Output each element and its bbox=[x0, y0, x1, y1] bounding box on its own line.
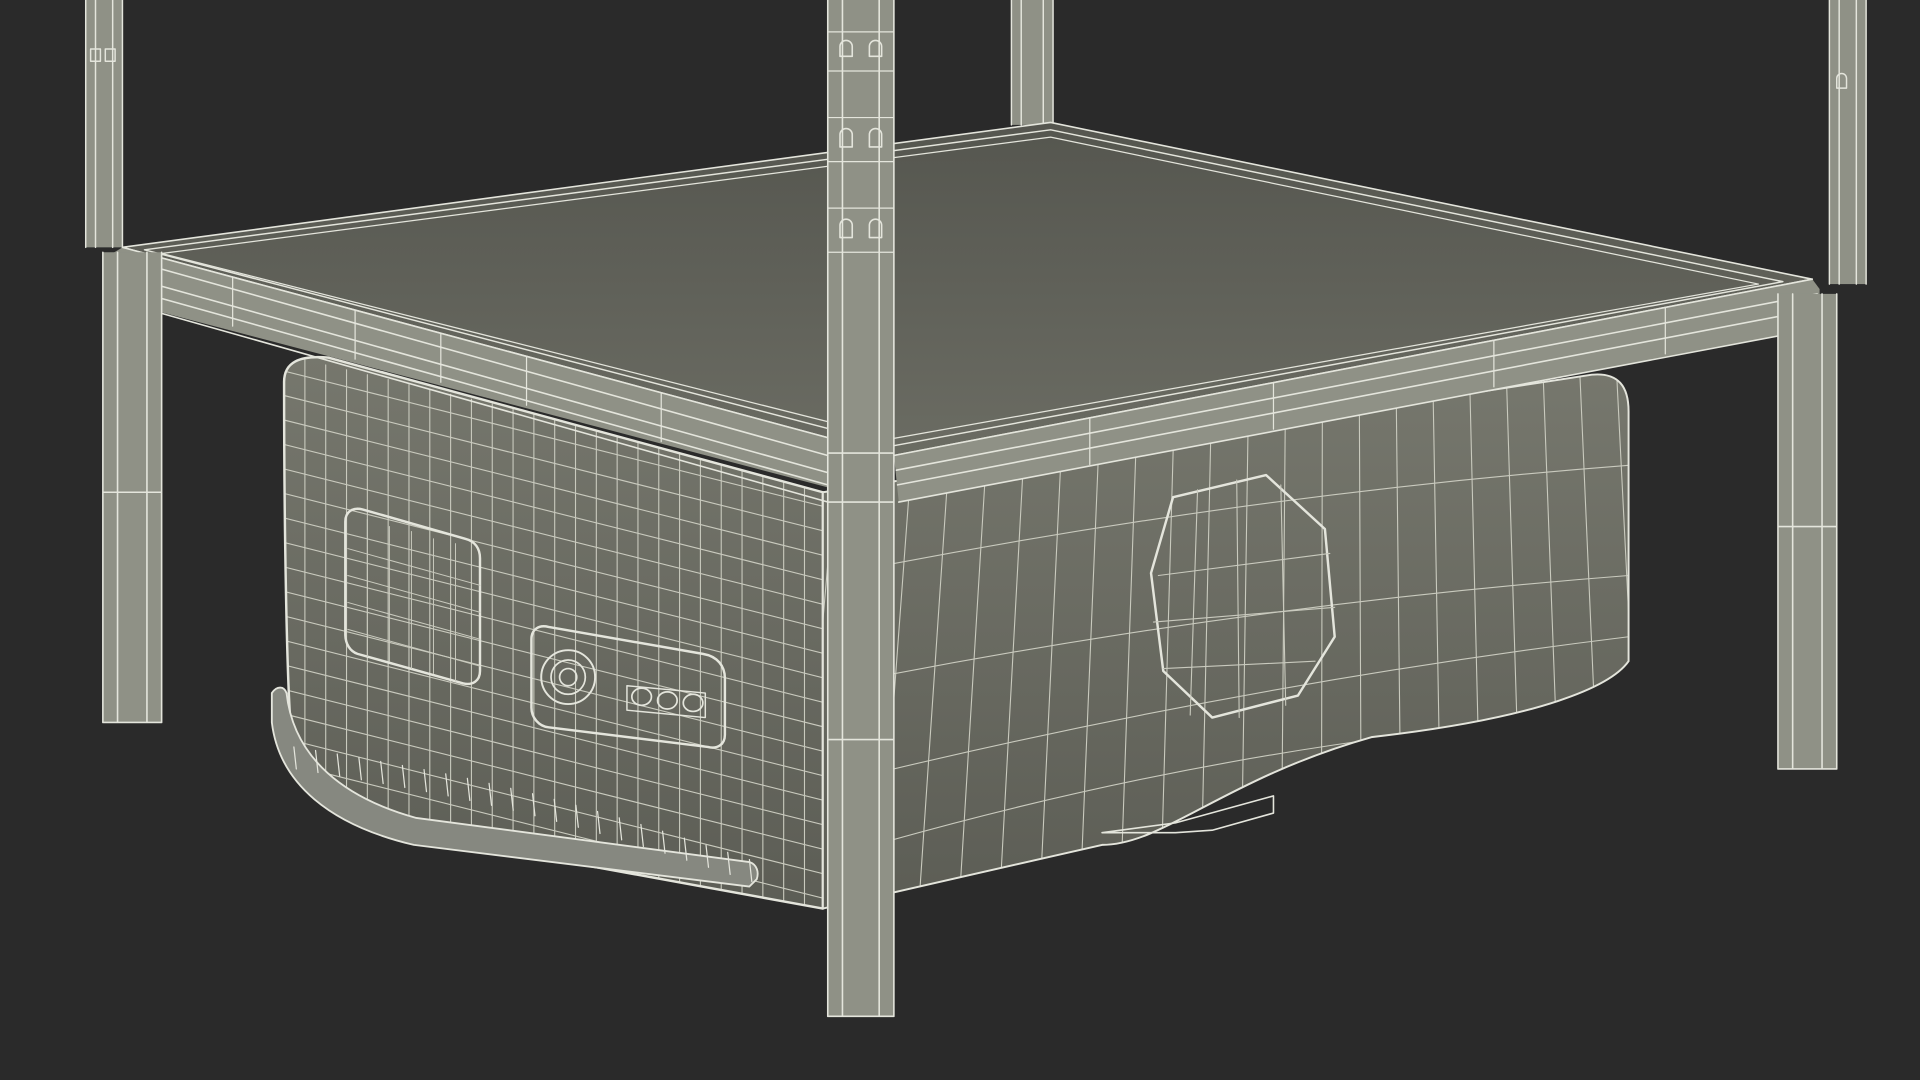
frame-post-upper-left bbox=[84, 0, 124, 249]
frame-post-front-center bbox=[826, 0, 895, 1018]
frame-post-upper-right bbox=[1828, 0, 1867, 285]
wireframe-render bbox=[84, 0, 1867, 1018]
frame-post-right bbox=[1777, 293, 1838, 770]
frame-post-back-center bbox=[1010, 0, 1054, 126]
frame-post-front-left bbox=[102, 251, 163, 724]
